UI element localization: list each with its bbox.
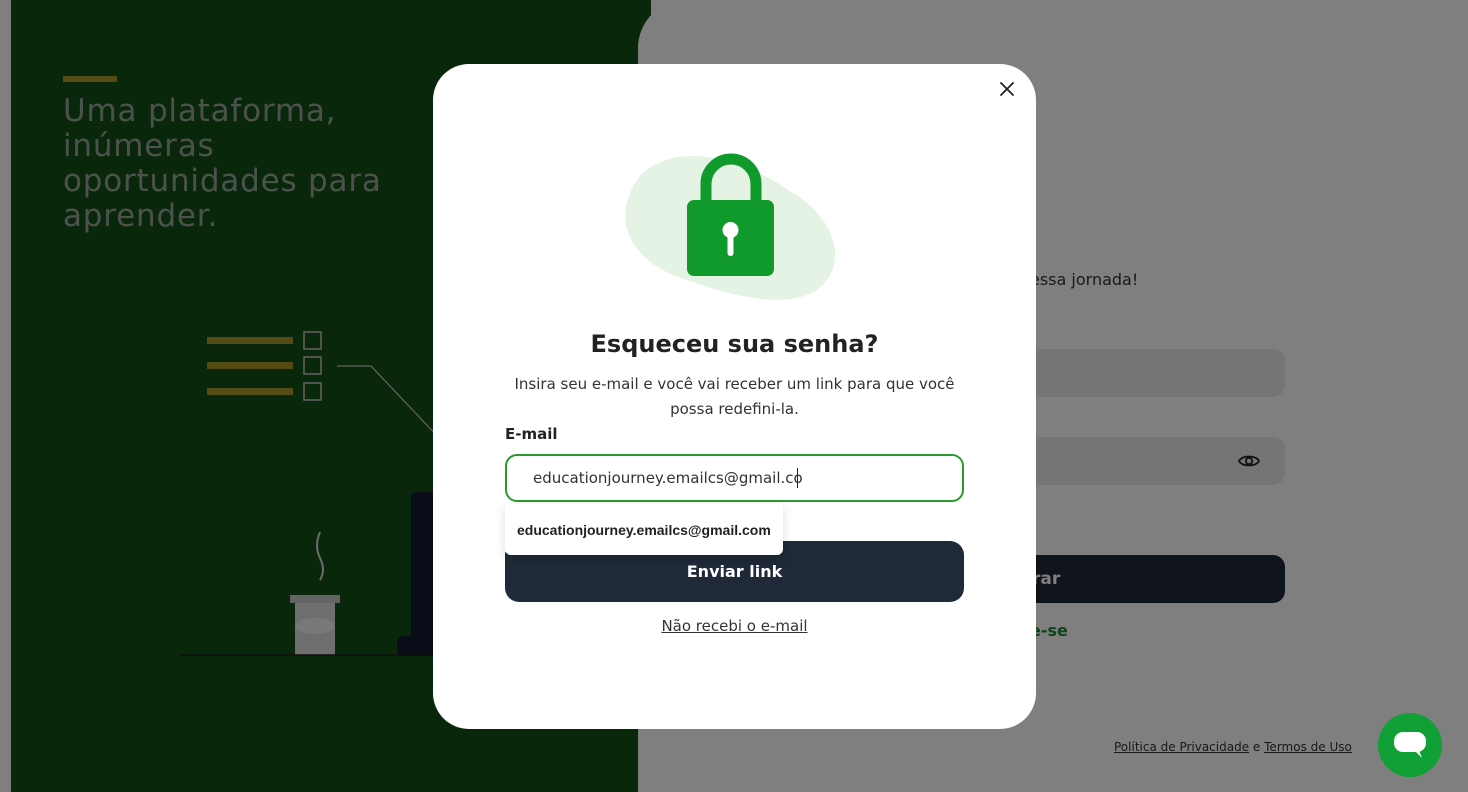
chat-bubble-icon	[1394, 732, 1426, 758]
modal-title: Esqueceu sua senha?	[590, 330, 879, 358]
email-label: E-mail	[505, 425, 558, 443]
email-not-received-link[interactable]: Não recebi o e-mail	[433, 617, 1036, 635]
lock-icon	[625, 153, 836, 300]
modal-description: Insira seu e-mail e você vai receber um …	[514, 375, 955, 418]
text-caret	[797, 468, 798, 488]
email-input[interactable]	[505, 454, 964, 502]
page: Uma plataforma, inúmeras oportunidades p…	[0, 0, 1468, 792]
email-autocomplete-suggestion[interactable]: educationjourney.emailcs@gmail.com	[505, 504, 783, 555]
close-icon[interactable]	[996, 78, 1018, 100]
forgot-password-modal: Esqueceu sua senha? Insira seu e-mail e …	[433, 64, 1036, 729]
chat-button[interactable]	[1378, 713, 1442, 777]
